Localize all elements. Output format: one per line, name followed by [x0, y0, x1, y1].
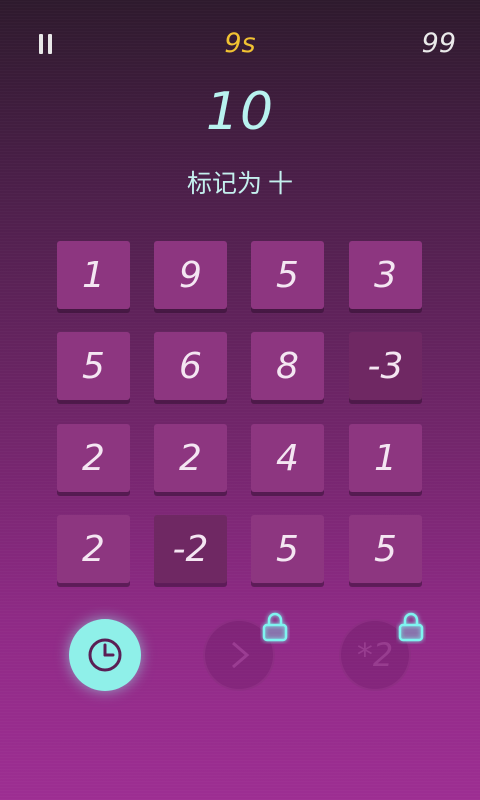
time-freeze-button[interactable]: [69, 619, 141, 691]
grid-tile[interactable]: 5: [251, 515, 324, 583]
grid-tile[interactable]: 2: [57, 515, 130, 583]
target-number: 10: [205, 82, 275, 142]
countdown-timer: 9s: [224, 28, 256, 59]
grid-tile[interactable]: 8: [251, 332, 324, 400]
grid-tile[interactable]: 6: [154, 332, 227, 400]
grid-tile[interactable]: 1: [349, 424, 422, 492]
grid-tile[interactable]: 2: [57, 424, 130, 492]
chevron-right-icon: [232, 641, 250, 669]
operator-symbol: 十: [268, 169, 294, 198]
grid-tile[interactable]: 9: [154, 241, 227, 309]
grid-tile[interactable]: 4: [251, 424, 324, 492]
score-counter: 99: [421, 28, 456, 59]
grid-tile[interactable]: -2: [154, 515, 227, 583]
grid-tile[interactable]: 5: [251, 241, 324, 309]
grid-tile[interactable]: 5: [349, 515, 422, 583]
grid-tile[interactable]: 5: [57, 332, 130, 400]
instruction-text: 标记为十: [0, 164, 480, 200]
lock-icon: [262, 612, 288, 642]
number-grid: 1 9 5 3 5 6 8 -3 2 2 4 1 2 -2 5 5: [57, 241, 423, 583]
grid-tile[interactable]: 3: [349, 241, 422, 309]
grid-tile[interactable]: -3: [349, 332, 422, 400]
clock-icon: [88, 638, 122, 672]
lock-icon: [398, 612, 424, 642]
grid-tile[interactable]: 2: [154, 424, 227, 492]
grid-tile[interactable]: 1: [57, 241, 130, 309]
double-ability-label: *2: [356, 636, 394, 674]
instruction-label: 标记为: [186, 169, 262, 198]
